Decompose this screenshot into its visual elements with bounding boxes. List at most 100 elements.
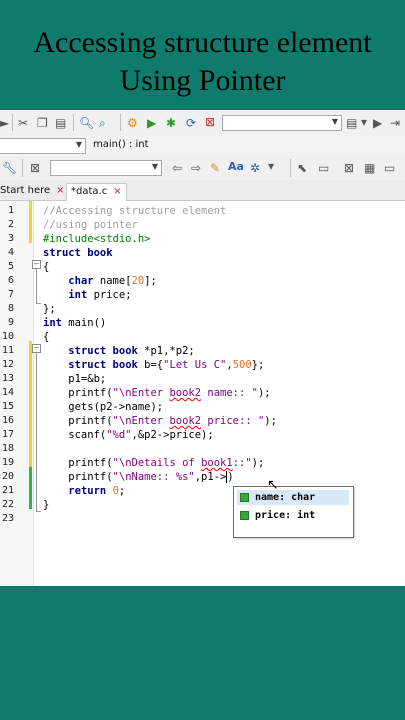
code-line[interactable]: //Accessing structure element	[43, 204, 226, 218]
build-run-icon[interactable]: ✱	[166, 116, 176, 130]
code-line[interactable]: //using pointer	[43, 218, 138, 232]
code-line[interactable]: return 0;	[43, 484, 125, 498]
code-token: #include<stdio.h>	[43, 233, 151, 245]
tab-data-c[interactable]: *data.c ×	[66, 183, 127, 201]
code-line[interactable]: scanf("%d",&p2->price);	[43, 428, 214, 442]
select-icon[interactable]: ⬉	[297, 161, 307, 175]
wrench-icon[interactable]: 🔧︎	[2, 161, 17, 175]
code-token: 20	[131, 275, 145, 287]
line-number: 14	[1, 387, 14, 398]
code-line[interactable]: printf("\nName:: %s",p1->)	[43, 470, 234, 484]
code-token: book1	[201, 457, 233, 469]
change-marker	[29, 467, 32, 509]
code-line[interactable]: struct book *p1,*p2;	[43, 344, 194, 358]
build-gear-icon[interactable]: ⚙	[127, 116, 138, 130]
member-icon	[240, 510, 249, 520]
rebuild-icon[interactable]: ⟳	[186, 116, 196, 130]
fold-toggle[interactable]: −	[32, 260, 41, 269]
panel-icon[interactable]: ⊠	[344, 161, 354, 175]
forward-icon[interactable]: ⇨	[191, 161, 201, 175]
code-line[interactable]: printf("\nDetails of book1::");	[43, 456, 264, 470]
code-line[interactable]: };	[43, 302, 56, 316]
code-line[interactable]: gets(p2->name);	[43, 400, 163, 414]
line-number: 21	[1, 485, 14, 496]
code-token: name:: "	[201, 387, 258, 399]
change-marker	[29, 341, 32, 467]
code-token: ];	[144, 275, 157, 287]
code-line[interactable]: #include<stdio.h>	[43, 232, 150, 246]
replace-icon[interactable]: ⌕	[99, 116, 106, 130]
search-toolbar: 🔧︎ ⊠ ▼ ⇦ ⇨ ✎ Aa ✲ ▾ ⬉ ▭ ⊠ ▦ ▭	[0, 156, 405, 181]
code-token: //Accessing structure element	[43, 205, 227, 217]
arrow-icon[interactable]: ►	[0, 116, 9, 130]
dropdown-arrow-icon[interactable]: ▾	[361, 115, 367, 129]
highlight-icon[interactable]: ✎	[210, 161, 220, 175]
copy-icon[interactable]: ❐	[37, 116, 48, 130]
code-token: int	[43, 317, 62, 329]
code-line[interactable]: printf("\nEnter book2 price:: ");	[43, 414, 277, 428]
build-target-dropdown[interactable]: ▼	[222, 115, 342, 131]
step-icon[interactable]: ⇥	[390, 116, 400, 130]
code-token: book2	[169, 387, 202, 399]
run-icon[interactable]: ▶	[147, 116, 156, 130]
code-token: "Let Us C"	[163, 359, 227, 371]
code-token: );	[251, 457, 265, 469]
scope-dropdown[interactable]: ▼	[0, 138, 86, 154]
autocomplete-item-name[interactable]: name: char	[237, 490, 349, 505]
code-line[interactable]: }	[43, 498, 49, 512]
code-token: "\nName:: %s"	[112, 471, 195, 483]
code-line[interactable]: int main()	[43, 316, 106, 330]
code-line[interactable]: p1=&b;	[43, 372, 106, 386]
autocomplete-item-price[interactable]: price: int	[237, 508, 349, 523]
code-token: "\nEnter	[112, 415, 170, 427]
search-input[interactable]: ▼	[50, 160, 162, 176]
find-icon[interactable]: 🔍︎	[79, 116, 94, 130]
more-icon[interactable]: ▾	[268, 159, 274, 173]
window-icon[interactable]: ▭	[384, 161, 395, 175]
code-completion-toolbar: ▼ main() : int	[0, 136, 405, 157]
code-token: main()	[61, 317, 107, 329]
mouse-cursor-icon: ↖	[267, 477, 279, 493]
close-icon[interactable]: ×	[113, 186, 121, 197]
tab-label: *data.c	[71, 186, 108, 197]
code-token: int	[68, 289, 88, 301]
code-line[interactable]: {	[43, 330, 49, 344]
code-line[interactable]: struct book	[43, 246, 113, 260]
code-line[interactable]: char name[20];	[43, 274, 157, 288]
code-line[interactable]: {	[43, 260, 49, 274]
close-icon[interactable]: ×	[56, 185, 64, 196]
function-dropdown[interactable]: main() : int	[93, 139, 149, 150]
debug-icon[interactable]: ▶	[373, 116, 382, 130]
code-line[interactable]: printf("\nEnter book2 name:: ");	[43, 386, 270, 400]
match-case-icon[interactable]: Aa	[228, 160, 244, 174]
rectangle-icon[interactable]: ▭	[318, 161, 329, 175]
abort-icon[interactable]: ⊠	[205, 115, 215, 129]
code-token: "%d"	[106, 429, 132, 441]
clear-icon[interactable]: ⊠	[30, 161, 40, 175]
code-line[interactable]: struct book b={"Let Us C",500};	[43, 358, 264, 372]
tab-start-here[interactable]: Start here ×	[0, 183, 65, 200]
cut-icon[interactable]: ✂	[18, 116, 28, 130]
line-number: 19	[1, 457, 14, 468]
code-token: 500	[232, 359, 252, 371]
fold-toggle[interactable]: −	[32, 344, 41, 353]
line-number: 23	[1, 513, 14, 524]
change-marker	[29, 229, 32, 243]
code-token: ,&p2->price);	[131, 429, 214, 441]
line-number: 3	[7, 233, 14, 244]
title-line-1: Accessing structure element	[33, 26, 372, 59]
back-icon[interactable]: ⇦	[172, 161, 182, 175]
regex-icon[interactable]: ✲	[250, 161, 260, 175]
paste-icon[interactable]: ▤	[55, 116, 66, 130]
code-token: b={	[137, 359, 164, 371]
grid-icon[interactable]: ▦	[364, 161, 375, 175]
log-icon[interactable]: ▤	[346, 116, 357, 130]
code-line[interactable]: int price;	[43, 288, 131, 302]
editor-tab-bar: Start here × *data.c ×	[0, 180, 405, 201]
line-number: 16	[1, 415, 14, 426]
line-number: 9	[7, 317, 14, 328]
code-token: struct book	[68, 359, 138, 371]
